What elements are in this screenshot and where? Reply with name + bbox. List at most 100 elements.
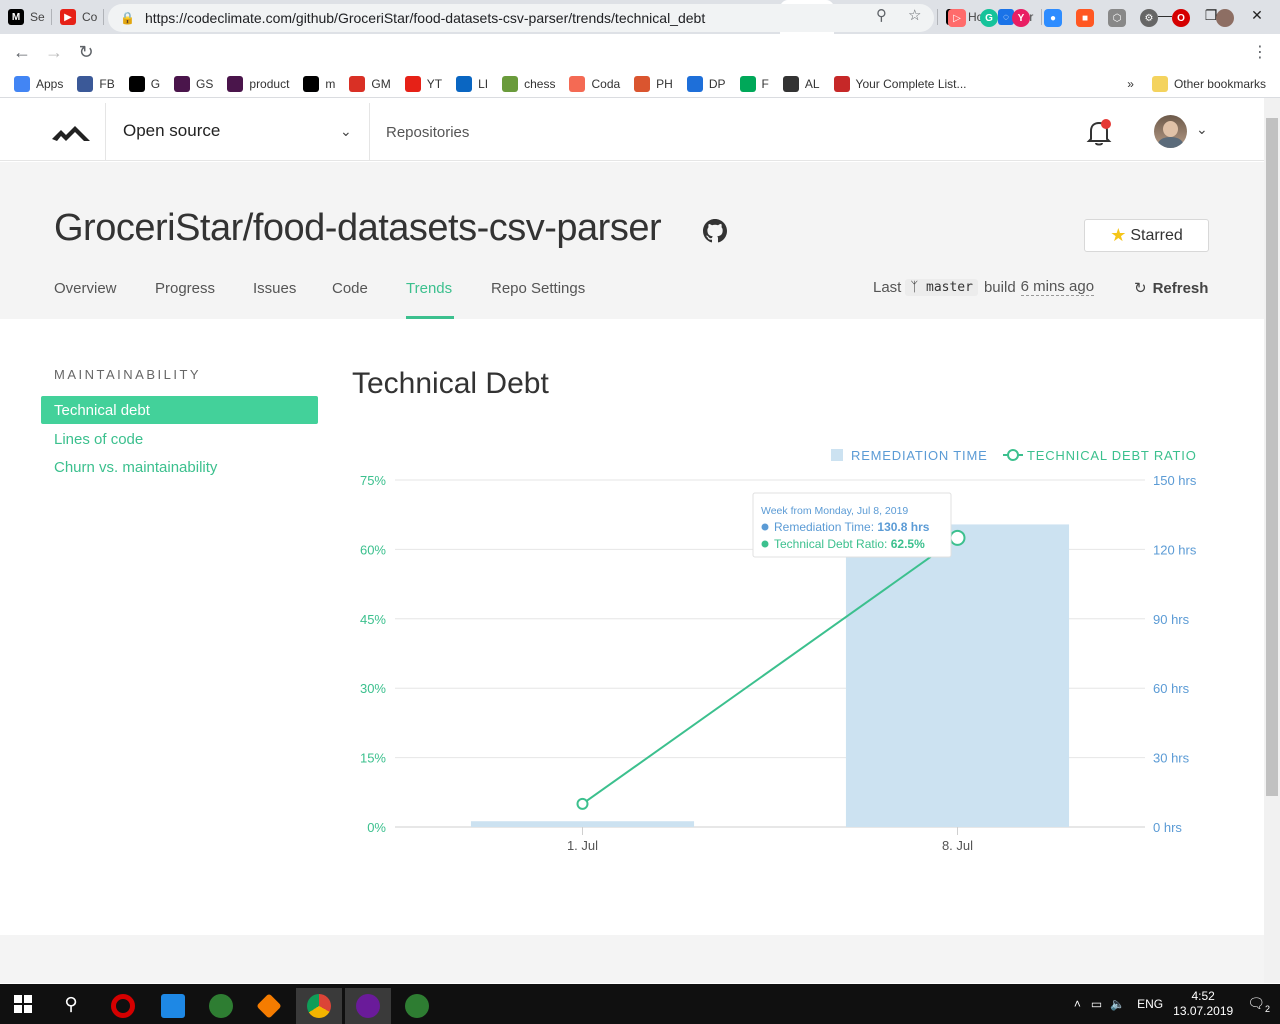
tab-code[interactable]: Code <box>332 280 368 297</box>
legend-label-ratio: TECHNICAL DEBT RATIO <box>1027 448 1197 463</box>
sidebar-item-lines-of-code[interactable]: Lines of code <box>41 425 318 453</box>
back-button[interactable]: ← <box>6 36 38 68</box>
org-switcher[interactable]: Open source <box>123 121 220 141</box>
build-time[interactable]: 6 mins ago <box>1020 278 1095 296</box>
volume-icon[interactable]: 🔈 <box>1110 997 1125 1011</box>
system-tray: ˄ ▭ 🔈 ENG 4:52 13.07.2019 🗨2 <box>1074 984 1280 1024</box>
opera-taskbar-icon[interactable] <box>100 988 146 1024</box>
bookmark-label: Coda <box>591 76 621 91</box>
notification-count: 2 <box>1264 1003 1270 1014</box>
zoom-extension-icon[interactable]: ● <box>1044 9 1062 27</box>
bookmark-icon <box>128 75 145 92</box>
notifications-bell-icon[interactable] <box>1086 117 1112 147</box>
bookmark-item[interactable]: Your Complete List... <box>833 75 967 92</box>
refresh-button[interactable]: ↻ Refresh <box>1134 279 1209 298</box>
bookmark-item[interactable]: DP <box>686 75 726 92</box>
language-indicator[interactable]: ENG <box>1137 997 1163 1011</box>
sidebar-item-churn[interactable]: Churn vs. maintainability <box>41 453 318 481</box>
page-footer-band <box>0 935 1264 983</box>
bookmark-item[interactable]: Coda <box>569 75 621 92</box>
tab-progress[interactable]: Progress <box>155 280 215 297</box>
extension-icon[interactable]: ■ <box>1076 9 1094 27</box>
left-axis-tick-label: 60% <box>360 542 386 557</box>
bookmark-item[interactable]: m <box>303 75 335 92</box>
bookmark-item[interactable]: G <box>128 75 160 92</box>
extension-icon[interactable]: ▷ <box>948 9 966 27</box>
sidebar-item-technical-debt[interactable]: Technical debt <box>41 396 318 424</box>
user-avatar[interactable] <box>1154 115 1187 148</box>
grammarly-icon[interactable]: G <box>980 9 998 27</box>
chevron-up-icon[interactable]: ˄ <box>1074 997 1081 1011</box>
repo-header: GroceriStar/food-datasets-csv-parser ★ S… <box>0 162 1264 319</box>
bookmark-item[interactable]: product <box>227 75 289 92</box>
app-taskbar-icon[interactable] <box>345 988 391 1024</box>
clock-date: 13.07.2019 <box>1173 1004 1234 1018</box>
app-taskbar-icon[interactable] <box>150 988 196 1024</box>
legend-swatch-ratio-point <box>1007 449 1019 461</box>
bookmark-item[interactable]: LI <box>456 75 489 92</box>
codeclimate-logo[interactable] <box>52 121 90 143</box>
bookmark-item[interactable]: Apps <box>14 75 63 92</box>
chevron-double-right-icon[interactable]: » <box>1127 77 1134 91</box>
bookmark-item[interactable]: AL <box>782 75 820 92</box>
bookmark-label: LI <box>478 76 489 91</box>
github-icon[interactable] <box>703 219 727 243</box>
technical-debt-ratio-point <box>576 797 589 810</box>
left-axis-tick-label: 75% <box>360 473 386 488</box>
atom-taskbar-icon[interactable] <box>394 988 440 1024</box>
bookmark-item[interactable]: GM <box>349 75 391 92</box>
forward-button[interactable]: → <box>38 36 70 68</box>
bookmark-item[interactable]: FB <box>77 75 115 92</box>
chrome-taskbar-icon[interactable] <box>296 988 342 1024</box>
close-window-button[interactable]: ✕ <box>1234 0 1280 30</box>
clock[interactable]: 4:52 13.07.2019 <box>1173 989 1233 1019</box>
chevron-down-icon[interactable]: ⌄ <box>1196 121 1208 138</box>
right-axis-tick-label: 90 hrs <box>1153 612 1190 627</box>
bookmark-icon <box>833 75 850 92</box>
tab-overview[interactable]: Overview <box>54 280 117 297</box>
reload-button[interactable]: ↻ <box>70 36 102 68</box>
extension-icon[interactable]: ⚙ <box>1140 9 1158 27</box>
bookmark-star-icon[interactable]: ☆ <box>908 6 921 24</box>
bookmark-label: FB <box>99 76 115 91</box>
star-button[interactable]: ★ Starred <box>1084 219 1209 252</box>
legend-label-remediation: REMEDIATION TIME <box>851 448 988 463</box>
technical-debt-chart: 0% 0 hrs 15% 30 hrs 30% 60 hrs 45% 90 hrs 60% 120… <box>360 448 1197 853</box>
tab-issues[interactable]: Issues <box>253 280 296 297</box>
bookmark-icon <box>77 75 94 92</box>
bookmark-item[interactable]: PH <box>634 75 673 92</box>
right-axis-tick-label: 0 hrs <box>1153 820 1182 835</box>
zoom-icon[interactable]: ⚲ <box>876 6 887 24</box>
bookmark-item[interactable]: YT <box>404 75 442 92</box>
right-axis-tick-label: 30 hrs <box>1153 751 1190 766</box>
git-taskbar-icon[interactable] <box>246 988 292 1024</box>
opera-extension-icon[interactable]: O <box>1172 9 1190 27</box>
start-button[interactable] <box>0 984 46 1024</box>
branch-badge: ᛉ master <box>905 278 978 296</box>
other-bookmarks-label[interactable]: Other bookmarks <box>1174 77 1266 91</box>
tab-repo-settings[interactable]: Repo Settings <box>491 280 585 297</box>
browser-tab[interactable]: ▶ Co <box>52 0 104 34</box>
scrollbar-thumb[interactable] <box>1266 118 1278 796</box>
network-icon[interactable]: ▭ <box>1091 997 1102 1011</box>
profile-avatar-icon[interactable] <box>1216 9 1234 27</box>
repositories-link[interactable]: Repositories <box>386 124 469 141</box>
refresh-label: Refresh <box>1152 279 1209 297</box>
atom-taskbar-icon[interactable] <box>198 988 244 1024</box>
tab-trends[interactable]: Trends <box>406 280 452 297</box>
notifications-icon[interactable]: 🗨2 <box>1247 995 1270 1014</box>
menu-icon[interactable]: ⋮ <box>1252 42 1268 62</box>
chevron-down-icon[interactable]: ⌄ <box>340 123 352 140</box>
header-divider <box>369 103 370 161</box>
bookmark-icon <box>782 75 799 92</box>
other-bookmarks[interactable]: » Other bookmarks <box>1127 75 1266 92</box>
extension-icon[interactable]: ⬡ <box>1108 9 1126 27</box>
extension-icon[interactable]: Y <box>1012 9 1030 27</box>
bookmark-label: AL <box>804 76 820 91</box>
url-bar[interactable]: 🔒 https://codeclimate.com/github/Groceri… <box>108 4 934 32</box>
bookmark-item[interactable]: F <box>739 75 769 92</box>
bookmark-item[interactable]: chess <box>502 75 555 92</box>
bookmark-item[interactable]: GS <box>174 75 213 92</box>
search-icon[interactable]: ⚲ <box>48 984 94 1024</box>
browser-tab[interactable]: M Se <box>0 0 52 34</box>
